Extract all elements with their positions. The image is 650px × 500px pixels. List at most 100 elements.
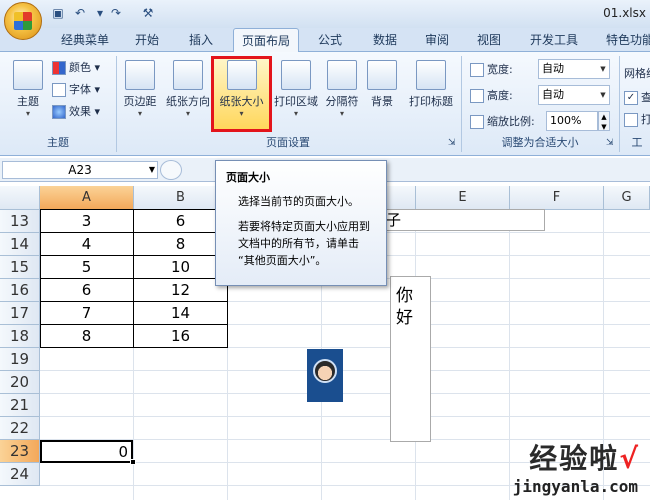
expand-formula-icon[interactable] bbox=[160, 160, 182, 180]
scale-input[interactable]: 100% bbox=[546, 111, 598, 131]
effects-button[interactable]: 效果 ▾ bbox=[52, 102, 100, 122]
watermark: 经验啦√ jingyanla.com bbox=[513, 437, 638, 496]
tab-developer[interactable]: 开发工具 bbox=[522, 28, 586, 52]
group-label-page-setup: 页面设置 bbox=[266, 136, 310, 149]
fonts-button[interactable]: 字体 ▾ bbox=[52, 80, 100, 100]
tab-formulas[interactable]: 公式 bbox=[306, 28, 354, 52]
width-label: 宽度: bbox=[470, 60, 513, 80]
breaks-button[interactable]: 分隔符 ▾ bbox=[322, 56, 362, 130]
watermark-check: √ bbox=[619, 442, 638, 475]
table-cell[interactable]: 16 bbox=[134, 325, 227, 348]
table-cell[interactable]: 12 bbox=[134, 279, 227, 302]
group-label-sheet-options: 工 bbox=[631, 136, 643, 149]
margins-button[interactable]: 页边距 ▾ bbox=[120, 56, 160, 130]
chevron-down-icon: ▼ bbox=[600, 65, 606, 73]
row-header[interactable]: 13 bbox=[0, 210, 40, 233]
tab-review[interactable]: 审阅 bbox=[414, 28, 460, 52]
picture-object[interactable] bbox=[307, 349, 343, 402]
tab-insert[interactable]: 插入 bbox=[178, 28, 224, 52]
table-cell[interactable]: 4 bbox=[40, 233, 133, 256]
orientation-button[interactable]: 纸张方向 ▾ bbox=[163, 56, 213, 130]
tooltip-text: 若要将特定页面大小应用到 bbox=[238, 220, 370, 233]
table-cell[interactable]: 14 bbox=[134, 302, 227, 325]
row-header[interactable]: 15 bbox=[0, 256, 40, 279]
gridlines-view-checkbox[interactable]: ✓ 查 bbox=[624, 88, 650, 108]
width-icon bbox=[470, 63, 484, 77]
name-box[interactable]: A23 ▼ bbox=[2, 161, 158, 179]
height-icon bbox=[470, 89, 484, 103]
row-header[interactable]: 24 bbox=[0, 463, 40, 486]
group-label-theme: 主题 bbox=[47, 136, 69, 149]
colors-icon bbox=[52, 61, 66, 75]
column-header-a[interactable]: A bbox=[40, 186, 134, 210]
save-icon[interactable]: ▣ bbox=[50, 5, 66, 21]
row-header[interactable]: 23 bbox=[0, 440, 40, 463]
themes-icon bbox=[13, 60, 43, 90]
effects-icon bbox=[52, 105, 66, 119]
chevron-down-icon: ▼ bbox=[600, 91, 606, 99]
column-header-e[interactable]: E bbox=[416, 186, 510, 210]
row-header[interactable]: 22 bbox=[0, 417, 40, 440]
undo-icon[interactable]: ↶ bbox=[72, 5, 88, 21]
row-header[interactable]: 18 bbox=[0, 325, 40, 348]
gridlines-label: 网格线 bbox=[624, 67, 650, 80]
group-separator bbox=[619, 56, 620, 152]
dialog-launcher-icon[interactable]: ⇲ bbox=[448, 138, 456, 148]
select-all-corner[interactable] bbox=[0, 186, 40, 210]
scale-label: 缩放比例: bbox=[470, 112, 535, 132]
tab-home[interactable]: 开始 bbox=[124, 28, 170, 52]
watermark-main: 经验啦 bbox=[529, 442, 620, 475]
watermark-url: jingyanla.com bbox=[512, 477, 638, 496]
colors-button[interactable]: 颜色 ▾ bbox=[52, 58, 100, 78]
active-cell-selection bbox=[40, 440, 133, 463]
row-header[interactable]: 17 bbox=[0, 302, 40, 325]
file-title: 01.xlsx bbox=[603, 6, 646, 20]
background-image-icon bbox=[367, 60, 397, 90]
row-header[interactable]: 16 bbox=[0, 279, 40, 302]
tooltip-title: 页面大小 bbox=[226, 171, 270, 184]
table-cell[interactable]: 7 bbox=[40, 302, 133, 325]
tab-page-layout[interactable]: 页面布局 bbox=[233, 28, 299, 53]
themes-button[interactable]: 主题 ▾ bbox=[8, 56, 48, 130]
table-cell[interactable]: 10 bbox=[134, 256, 227, 279]
fill-handle[interactable] bbox=[130, 459, 136, 465]
dropdown-icon[interactable]: ▾ bbox=[92, 5, 108, 21]
tab-view[interactable]: 视图 bbox=[466, 28, 512, 52]
office-button[interactable] bbox=[4, 2, 42, 40]
column-header-b[interactable]: B bbox=[134, 186, 228, 210]
scale-spinner[interactable]: ▲ ▼ bbox=[598, 111, 610, 131]
scale-icon bbox=[470, 115, 484, 129]
orientation-icon bbox=[173, 60, 203, 90]
row-header[interactable]: 21 bbox=[0, 394, 40, 417]
table-cell[interactable]: 8 bbox=[134, 233, 227, 256]
margins-icon bbox=[125, 60, 155, 90]
customize-icon[interactable]: ⚒ bbox=[140, 5, 156, 21]
row-header[interactable]: 19 bbox=[0, 348, 40, 371]
tab-data[interactable]: 数据 bbox=[362, 28, 408, 52]
print-area-button[interactable]: 打印区域 ▾ bbox=[272, 56, 320, 130]
printer-icon bbox=[281, 60, 311, 90]
table-cell[interactable]: 3 bbox=[40, 210, 133, 233]
row-header[interactable]: 20 bbox=[0, 371, 40, 394]
row-header[interactable]: 14 bbox=[0, 233, 40, 256]
tab-special-features[interactable]: 特色功能 bbox=[598, 28, 650, 52]
background-button[interactable]: 背景 bbox=[364, 56, 400, 130]
gridlines-print-checkbox[interactable]: 打 bbox=[624, 110, 650, 130]
dialog-launcher-icon[interactable]: ⇲ bbox=[606, 138, 614, 148]
height-dropdown[interactable]: 自动 ▼ bbox=[538, 85, 610, 105]
table-cell[interactable]: 8 bbox=[40, 325, 133, 348]
paper-size-button[interactable]: 纸张大小 ▾ bbox=[214, 56, 269, 130]
width-dropdown[interactable]: 自动 ▼ bbox=[538, 59, 610, 79]
text-box[interactable]: 子 bbox=[385, 209, 545, 231]
office-logo-icon bbox=[14, 12, 32, 30]
redo-icon[interactable]: ↷ bbox=[108, 5, 124, 21]
column-header-g[interactable]: G bbox=[604, 186, 650, 210]
table-cell[interactable]: 6 bbox=[134, 210, 227, 233]
checkbox-icon bbox=[624, 113, 638, 127]
table-cell[interactable]: 5 bbox=[40, 256, 133, 279]
print-titles-button[interactable]: 打印标题 bbox=[405, 56, 457, 130]
table-cell[interactable]: 6 bbox=[40, 279, 133, 302]
text-box-nihao[interactable]: 你好 bbox=[390, 276, 431, 442]
tab-classic-menu[interactable]: 经典菜单 bbox=[56, 28, 114, 52]
column-header-f[interactable]: F bbox=[510, 186, 604, 210]
